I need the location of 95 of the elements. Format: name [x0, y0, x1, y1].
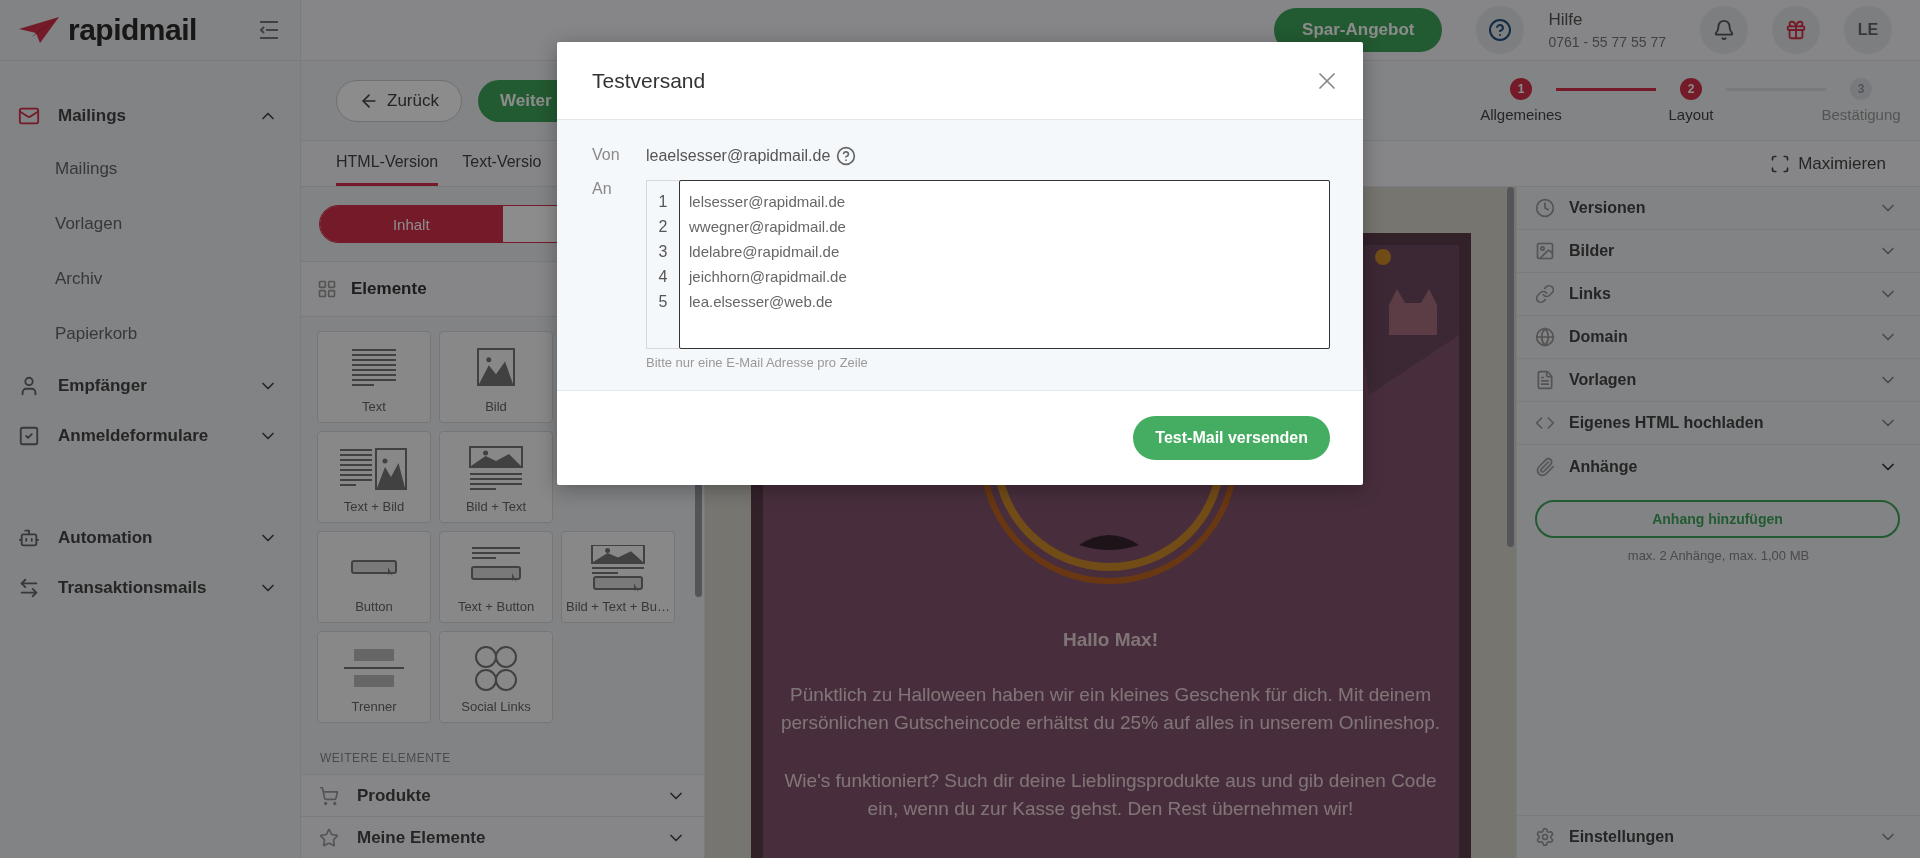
section-label: Vorlagen [1569, 371, 1638, 389]
element-tile[interactable]: Text + Button [439, 531, 553, 623]
step-number: 1 [1510, 78, 1532, 100]
settings-icon [1535, 827, 1555, 847]
field-label: An [592, 180, 613, 199]
section-icon [1535, 241, 1555, 261]
recipients-input-field[interactable]: 1 2 3 4 5 lelsesser@rapidmail.de wwegner@rapidmail.de ldelabre@rapidmail.de jeichhorn@rapidmail.de lea.elsesser@web.de [646, 180, 1330, 349]
logo-text: rapidmail [68, 13, 197, 47]
notifications-button[interactable] [1700, 6, 1748, 54]
sidebar-item[interactable]: Mailings [0, 91, 300, 141]
recipient-address: wwegner@rapidmail.de [689, 217, 847, 237]
paper-plane-logo-icon [18, 15, 60, 45]
bell-icon [1713, 19, 1735, 41]
section-icon [1535, 327, 1555, 347]
field-label: Von [592, 146, 621, 165]
send-test-mail-button[interactable]: Test-Mail versenden [1133, 416, 1330, 460]
section-label: Domain [1569, 328, 1629, 346]
line-number: 1 [658, 192, 668, 212]
segment-tab[interactable]: Inhalt [320, 206, 503, 242]
recipient-address: ldelabre@rapidmail.de [689, 242, 841, 262]
section-heading: WEITERE ELEMENTE [320, 751, 452, 765]
help-phone: 0761 - 55 77 55 77 [1548, 34, 1666, 50]
sidebar-item[interactable]: Anmeldeformulare [0, 411, 300, 461]
recipient-address: jeichhorn@rapidmail.de [689, 267, 848, 287]
line-number: 5 [658, 292, 668, 312]
attachment-limit-note: max. 2 Anhänge, max. 1,00 MB [1627, 548, 1810, 563]
cart-icon [319, 785, 339, 806]
help-icon[interactable] [836, 146, 857, 166]
element-tile[interactable]: Button [317, 531, 431, 623]
accordion-header[interactable]: Meine Elemente [301, 816, 704, 858]
accordion-label: Meine Elemente [357, 827, 487, 848]
section-label: Versionen [1569, 199, 1647, 217]
gift-button[interactable] [1772, 6, 1820, 54]
panel-section-header[interactable]: Links [1517, 273, 1920, 316]
help-icon [1488, 18, 1513, 42]
line-number: 4 [658, 267, 668, 287]
section-icon [1535, 456, 1555, 477]
element-tile[interactable]: Social Links [439, 631, 553, 723]
collapse-menu-icon[interactable] [258, 20, 280, 40]
element-tile[interactable]: Text [317, 331, 431, 423]
avatar[interactable]: LE [1844, 6, 1892, 54]
section-label: Eigenes HTML hochladen [1569, 414, 1765, 432]
add-attachment-button[interactable]: Anhang hinzufügen [1535, 500, 1900, 538]
element-tile[interactable]: Text + Bild [317, 431, 431, 523]
elements-title: Elemente [351, 279, 427, 299]
sidebar-item[interactable]: Empfänger [0, 361, 300, 411]
panel-section-header[interactable]: Eigenes HTML hochladen [1517, 402, 1920, 445]
panel-section-header[interactable]: Bilder [1517, 230, 1920, 273]
sidebar-subitem[interactable]: Vorlagen [0, 196, 300, 251]
accordion-label: Produkte [357, 785, 432, 806]
element-tile[interactable]: Trenner [317, 631, 431, 723]
star-icon [319, 827, 339, 848]
sidebar-item[interactable]: Transaktionsmails [0, 563, 300, 613]
section-icon [1535, 284, 1555, 304]
recipient-address: lea.elsesser@web.de [689, 292, 834, 312]
element-tile[interactable]: Bild + Text + Bu… [561, 531, 675, 623]
grid-icon [317, 279, 337, 299]
sender-address: leaelsesser@rapidmail.de [646, 147, 831, 165]
step-number: 2 [1680, 78, 1702, 100]
sidebar-subitem[interactable]: Archiv [0, 251, 300, 306]
section-label: Bilder [1569, 242, 1616, 260]
panel-section-header[interactable]: Anhänge [1517, 445, 1920, 488]
email-paragraph: Wie's funktioniert? Such dir deine Lieblingsprodukte aus und gib deinen Code ein, wenn du zur Kasse gehst. Den Rest übernehmen wir! [783, 769, 1438, 821]
version-tab[interactable]: Text-Versio [462, 141, 542, 186]
element-tile[interactable]: Bild + Text [439, 431, 553, 523]
email-greeting: Hallo Max! [1063, 629, 1158, 651]
step-label: Layout [1668, 106, 1714, 123]
email-paragraph: Pünktlich zu Halloween haben wir ein kleines Geschenk für dich. Mit deinem persönlichen Gutscheincode erhältst du 25% auf alles in unserem Onlineshop. [779, 683, 1442, 735]
section-icon [1535, 370, 1555, 390]
panel-section-header[interactable]: Versionen [1517, 187, 1920, 230]
sidebar-item[interactable]: Automation [0, 513, 300, 563]
panel-section-header[interactable]: Domain [1517, 316, 1920, 359]
back-button[interactable]: Zurück [336, 79, 462, 122]
element-tile[interactable]: Bild [439, 331, 553, 423]
maximize-icon [1770, 153, 1791, 174]
accordion-header[interactable]: Produkte [301, 774, 704, 816]
section-label: Einstellungen [1569, 828, 1675, 846]
section-icon [1535, 198, 1555, 218]
section-label: Anhänge [1569, 457, 1639, 476]
field-hint: Bitte nur eine E-Mail Adresse pro Zeile [646, 355, 869, 370]
text-image-element-icon [338, 445, 410, 493]
step-label: Allgemeines [1480, 106, 1562, 123]
line-number: 3 [658, 242, 668, 262]
gift-icon [1785, 19, 1807, 41]
panel-section-header[interactable]: Vorlagen [1517, 359, 1920, 402]
sidebar-subitem[interactable]: Mailings [0, 141, 300, 196]
help-button[interactable] [1476, 6, 1525, 54]
recipient-address: lelsesser@rapidmail.de [689, 192, 847, 212]
line-number: 2 [658, 217, 668, 237]
sidebar-subitem[interactable]: Papierkorb [0, 306, 300, 361]
section-label: Links [1569, 285, 1612, 303]
scrollbar[interactable] [1507, 187, 1514, 547]
maximize-button[interactable]: Maximieren [1764, 141, 1892, 186]
help-title: Hilfe [1548, 10, 1584, 30]
panel-section-header[interactable]: Einstellungen [1517, 815, 1920, 858]
